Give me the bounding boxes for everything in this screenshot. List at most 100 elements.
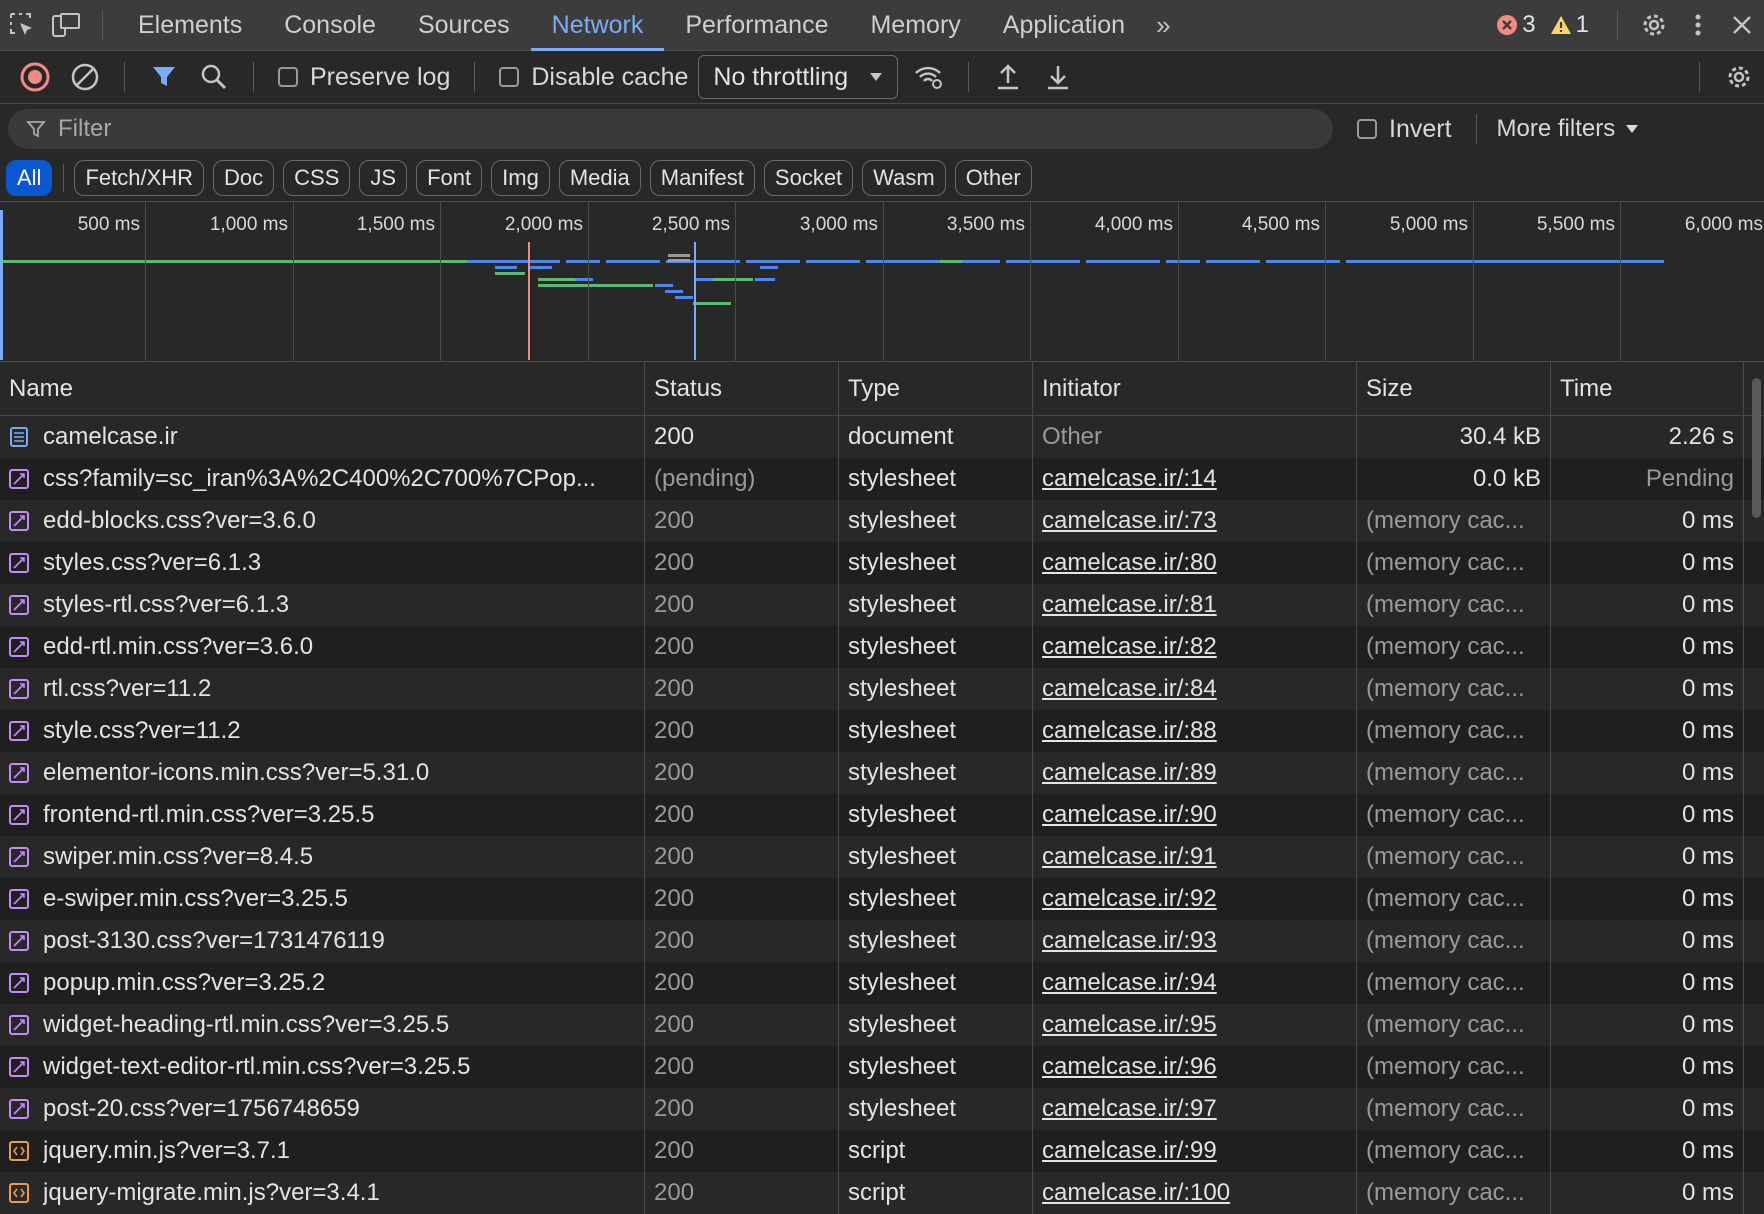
cell-initiator[interactable]: camelcase.ir/:91 bbox=[1033, 836, 1357, 878]
column-header-size[interactable]: Size bbox=[1357, 362, 1551, 415]
cell-name[interactable]: post-3130.css?ver=1731476119 bbox=[0, 920, 645, 962]
tab-memory[interactable]: Memory bbox=[849, 0, 981, 51]
tab-application[interactable]: Application bbox=[982, 0, 1146, 51]
request-row[interactable]: rtl.css?ver=11.2 200 stylesheet camelcas… bbox=[0, 668, 1764, 710]
cell-name[interactable]: camelcase.ir bbox=[0, 416, 645, 458]
request-row[interactable]: post-20.css?ver=1756748659 200 styleshee… bbox=[0, 1088, 1764, 1130]
cell-initiator[interactable]: camelcase.ir/:96 bbox=[1033, 1046, 1357, 1088]
request-row[interactable]: frontend-rtl.min.css?ver=3.25.5 200 styl… bbox=[0, 794, 1764, 836]
network-conditions-icon[interactable] bbox=[904, 52, 954, 102]
request-row[interactable]: styles.css?ver=6.1.3 200 stylesheet came… bbox=[0, 542, 1764, 584]
type-filter-font[interactable]: Font bbox=[416, 159, 483, 196]
cell-name[interactable]: rtl.css?ver=11.2 bbox=[0, 668, 645, 710]
request-row[interactable]: e-swiper.min.css?ver=3.25.5 200 styleshe… bbox=[0, 878, 1764, 920]
type-filter-fetchxhr[interactable]: Fetch/XHR bbox=[74, 159, 205, 196]
settings-gear-icon[interactable] bbox=[1632, 0, 1676, 51]
cell-initiator[interactable]: camelcase.ir/:84 bbox=[1033, 668, 1357, 710]
cell-initiator[interactable]: camelcase.ir/:100 bbox=[1033, 1172, 1357, 1214]
cell-initiator[interactable]: camelcase.ir/:90 bbox=[1033, 794, 1357, 836]
cell-name[interactable]: e-swiper.min.css?ver=3.25.5 bbox=[0, 878, 645, 920]
error-counter[interactable]: 3 bbox=[1496, 11, 1536, 39]
cell-initiator[interactable]: camelcase.ir/:94 bbox=[1033, 962, 1357, 1004]
cell-name[interactable]: post-20.css?ver=1756748659 bbox=[0, 1088, 645, 1130]
import-har-icon[interactable] bbox=[983, 52, 1033, 102]
cell-initiator[interactable]: camelcase.ir/:99 bbox=[1033, 1130, 1357, 1172]
disable-cache-checkbox[interactable]: Disable cache bbox=[499, 63, 688, 92]
more-filters-button[interactable]: More filters bbox=[1497, 115, 1640, 143]
tab-performance[interactable]: Performance bbox=[664, 0, 849, 51]
throttling-select[interactable]: No throttling bbox=[698, 55, 899, 99]
type-filter-css[interactable]: CSS bbox=[283, 159, 351, 196]
cell-name[interactable]: styles-rtl.css?ver=6.1.3 bbox=[0, 584, 645, 626]
column-header-name[interactable]: Name bbox=[0, 362, 645, 415]
cell-initiator[interactable]: camelcase.ir/:89 bbox=[1033, 752, 1357, 794]
cell-name[interactable]: jquery-migrate.min.js?ver=3.4.1 bbox=[0, 1172, 645, 1214]
cell-name[interactable]: edd-rtl.min.css?ver=3.6.0 bbox=[0, 626, 645, 668]
cell-name[interactable]: popup.min.css?ver=3.25.2 bbox=[0, 962, 645, 1004]
warning-counter[interactable]: 1 bbox=[1550, 11, 1589, 39]
type-filter-socket[interactable]: Socket bbox=[763, 159, 854, 196]
tab-sources[interactable]: Sources bbox=[397, 0, 531, 51]
request-row[interactable]: widget-text-editor-rtl.min.css?ver=3.25.… bbox=[0, 1046, 1764, 1088]
preserve-log-checkbox[interactable]: Preserve log bbox=[278, 63, 450, 92]
column-header-time[interactable]: Time bbox=[1551, 362, 1744, 415]
cell-name[interactable]: jquery.min.js?ver=3.7.1 bbox=[0, 1130, 645, 1172]
cell-name[interactable]: swiper.min.css?ver=8.4.5 bbox=[0, 836, 645, 878]
cell-name[interactable]: styles.css?ver=6.1.3 bbox=[0, 542, 645, 584]
request-row[interactable]: styles-rtl.css?ver=6.1.3 200 stylesheet … bbox=[0, 584, 1764, 626]
record-stop-icon[interactable] bbox=[10, 52, 60, 102]
inspect-element-icon[interactable] bbox=[0, 0, 44, 51]
column-header-type[interactable]: Type bbox=[839, 362, 1033, 415]
tab-elements[interactable]: Elements bbox=[117, 0, 263, 51]
type-filter-js[interactable]: JS bbox=[359, 159, 408, 196]
cell-initiator[interactable]: camelcase.ir/:14 bbox=[1033, 458, 1357, 500]
cell-name[interactable]: css?family=sc_iran%3A%2C400%2C700%7CPop.… bbox=[0, 458, 645, 500]
cell-initiator[interactable]: camelcase.ir/:88 bbox=[1033, 710, 1357, 752]
tab-console[interactable]: Console bbox=[263, 0, 397, 51]
cell-initiator[interactable]: camelcase.ir/:73 bbox=[1033, 500, 1357, 542]
cell-name[interactable]: elementor-icons.min.css?ver=5.31.0 bbox=[0, 752, 645, 794]
cell-name[interactable]: edd-blocks.css?ver=3.6.0 bbox=[0, 500, 645, 542]
cell-name[interactable]: widget-heading-rtl.min.css?ver=3.25.5 bbox=[0, 1004, 645, 1046]
filter-funnel-icon[interactable] bbox=[139, 52, 189, 102]
cell-initiator[interactable]: camelcase.ir/:80 bbox=[1033, 542, 1357, 584]
type-filter-manifest[interactable]: Manifest bbox=[649, 159, 755, 196]
cell-name[interactable]: frontend-rtl.min.css?ver=3.25.5 bbox=[0, 794, 645, 836]
type-filter-media[interactable]: Media bbox=[558, 159, 641, 196]
more-tabs-icon[interactable]: » bbox=[1146, 10, 1180, 41]
filter-input[interactable]: Filter bbox=[8, 109, 1333, 149]
type-filter-img[interactable]: Img bbox=[491, 159, 550, 196]
request-row[interactable]: jquery-migrate.min.js?ver=3.4.1 200 scri… bbox=[0, 1172, 1764, 1214]
export-har-icon[interactable] bbox=[1033, 52, 1083, 102]
request-row[interactable]: post-3130.css?ver=1731476119 200 stylesh… bbox=[0, 920, 1764, 962]
network-settings-gear-icon[interactable] bbox=[1714, 52, 1764, 102]
request-row[interactable]: elementor-icons.min.css?ver=5.31.0 200 s… bbox=[0, 752, 1764, 794]
request-row[interactable]: swiper.min.css?ver=8.4.5 200 stylesheet … bbox=[0, 836, 1764, 878]
more-options-icon[interactable] bbox=[1676, 0, 1720, 51]
request-row[interactable]: popup.min.css?ver=3.25.2 200 stylesheet … bbox=[0, 962, 1764, 1004]
request-row[interactable]: jquery.min.js?ver=3.7.1 200 script camel… bbox=[0, 1130, 1764, 1172]
cell-initiator[interactable]: camelcase.ir/:81 bbox=[1033, 584, 1357, 626]
type-filter-other[interactable]: Other bbox=[954, 159, 1032, 196]
cell-name[interactable]: widget-text-editor-rtl.min.css?ver=3.25.… bbox=[0, 1046, 645, 1088]
type-filter-all[interactable]: All bbox=[6, 159, 53, 196]
cell-initiator[interactable]: camelcase.ir/:92 bbox=[1033, 878, 1357, 920]
close-icon[interactable] bbox=[1720, 0, 1764, 51]
invert-checkbox[interactable]: Invert bbox=[1357, 115, 1452, 144]
tab-network[interactable]: Network bbox=[530, 0, 665, 51]
cell-initiator[interactable]: camelcase.ir/:97 bbox=[1033, 1088, 1357, 1130]
table-scrollbar[interactable] bbox=[1752, 378, 1761, 518]
cell-name[interactable]: style.css?ver=11.2 bbox=[0, 710, 645, 752]
column-header-status[interactable]: Status bbox=[645, 362, 839, 415]
column-header-initiator[interactable]: Initiator bbox=[1033, 362, 1357, 415]
cell-initiator[interactable]: camelcase.ir/:93 bbox=[1033, 920, 1357, 962]
request-row[interactable]: css?family=sc_iran%3A%2C400%2C700%7CPop.… bbox=[0, 458, 1764, 500]
type-filter-doc[interactable]: Doc bbox=[213, 159, 275, 196]
clear-icon[interactable] bbox=[60, 52, 110, 102]
request-row[interactable]: widget-heading-rtl.min.css?ver=3.25.5 20… bbox=[0, 1004, 1764, 1046]
cell-initiator[interactable]: camelcase.ir/:82 bbox=[1033, 626, 1357, 668]
cell-initiator[interactable]: camelcase.ir/:95 bbox=[1033, 1004, 1357, 1046]
search-icon[interactable] bbox=[189, 52, 239, 102]
request-row[interactable]: edd-blocks.css?ver=3.6.0 200 stylesheet … bbox=[0, 500, 1764, 542]
request-row[interactable]: style.css?ver=11.2 200 stylesheet camelc… bbox=[0, 710, 1764, 752]
